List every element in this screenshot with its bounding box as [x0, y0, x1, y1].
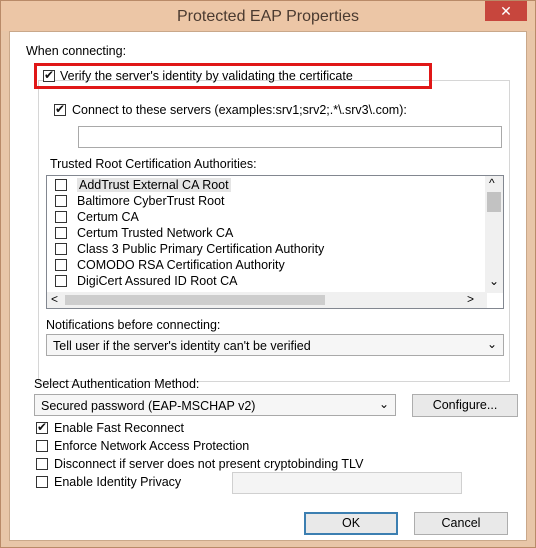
- auth-method-dropdown[interactable]: Secured password (EAP-MSCHAP v2) ⌄: [34, 394, 396, 416]
- list-item-checkbox[interactable]: [55, 195, 67, 207]
- scroll-thumb[interactable]: [487, 192, 501, 212]
- connect-servers-checkbox[interactable]: [54, 102, 66, 116]
- list-item-checkbox[interactable]: [55, 211, 67, 223]
- ok-button[interactable]: OK: [304, 512, 398, 535]
- list-item-label: AddTrust External CA Root: [77, 178, 231, 192]
- list-item-label: Certum Trusted Network CA: [77, 226, 234, 240]
- list-item-label: DigiCert Assured ID Root CA: [77, 274, 238, 288]
- chevron-down-icon: ⌄: [486, 337, 497, 351]
- servers-input[interactable]: [78, 126, 502, 148]
- dialog-body: When connecting: Verify the server's ide…: [9, 31, 527, 541]
- trusted-root-list[interactable]: AddTrust External CA Root Baltimore Cybe…: [46, 175, 504, 309]
- list-item-label: Certum CA: [77, 210, 139, 224]
- connect-servers-label: Connect to these servers (examples:srv1;…: [72, 103, 407, 117]
- vertical-scrollbar[interactable]: ^ ⌄: [485, 176, 503, 293]
- scroll-up-icon[interactable]: ^: [489, 176, 495, 190]
- title-bar: Protected EAP Properties ✕: [1, 1, 535, 31]
- identity-input[interactable]: [232, 472, 462, 494]
- notifications-label: Notifications before connecting:: [46, 318, 221, 332]
- cancel-button[interactable]: Cancel: [414, 512, 508, 535]
- list-item-checkbox[interactable]: [55, 227, 67, 239]
- cryptobinding-checkbox[interactable]: [36, 458, 48, 470]
- identity-privacy-checkbox[interactable]: [36, 476, 48, 488]
- scroll-right-icon[interactable]: >: [467, 292, 474, 306]
- auth-method-label: Select Authentication Method:: [34, 377, 200, 391]
- list-item-checkbox[interactable]: [55, 243, 67, 255]
- list-item-label: Baltimore CyberTrust Root: [77, 194, 225, 208]
- chevron-down-icon: ⌄: [378, 397, 389, 411]
- close-button[interactable]: ✕: [485, 1, 527, 21]
- fast-reconnect-label: Enable Fast Reconnect: [54, 421, 184, 435]
- identity-privacy-label: Enable Identity Privacy: [54, 475, 182, 489]
- dialog-window: Protected EAP Properties ✕ When connecti…: [0, 0, 536, 548]
- scroll-left-icon[interactable]: <: [51, 292, 58, 306]
- verify-identity-label: Verify the server's identity by validati…: [60, 69, 353, 83]
- nap-checkbox[interactable]: [36, 440, 48, 452]
- notifications-selected: Tell user if the server's identity can't…: [53, 339, 311, 353]
- verify-identity-checkbox[interactable]: [43, 68, 55, 82]
- scroll-down-icon[interactable]: ⌄: [489, 274, 499, 288]
- list-item-label: COMODO RSA Certification Authority: [77, 258, 285, 272]
- when-connecting-label: When connecting:: [26, 44, 127, 58]
- auth-method-selected: Secured password (EAP-MSCHAP v2): [41, 399, 256, 413]
- cryptobinding-label: Disconnect if server does not present cr…: [54, 457, 364, 471]
- horizontal-scroll-thumb[interactable]: [65, 295, 325, 305]
- horizontal-scrollbar[interactable]: < >: [47, 292, 487, 308]
- nap-label: Enforce Network Access Protection: [54, 439, 250, 453]
- list-item-label: Class 3 Public Primary Certification Aut…: [77, 242, 325, 256]
- window-title: Protected EAP Properties: [176, 8, 360, 25]
- list-item-checkbox[interactable]: [55, 179, 67, 191]
- trusted-root-label: Trusted Root Certification Authorities:: [50, 157, 257, 171]
- fast-reconnect-checkbox[interactable]: [36, 420, 48, 434]
- list-item-checkbox[interactable]: [55, 259, 67, 271]
- configure-button[interactable]: Configure...: [412, 394, 518, 417]
- list-item-checkbox[interactable]: [55, 275, 67, 287]
- close-icon: ✕: [500, 3, 512, 19]
- notifications-dropdown[interactable]: Tell user if the server's identity can't…: [46, 334, 504, 356]
